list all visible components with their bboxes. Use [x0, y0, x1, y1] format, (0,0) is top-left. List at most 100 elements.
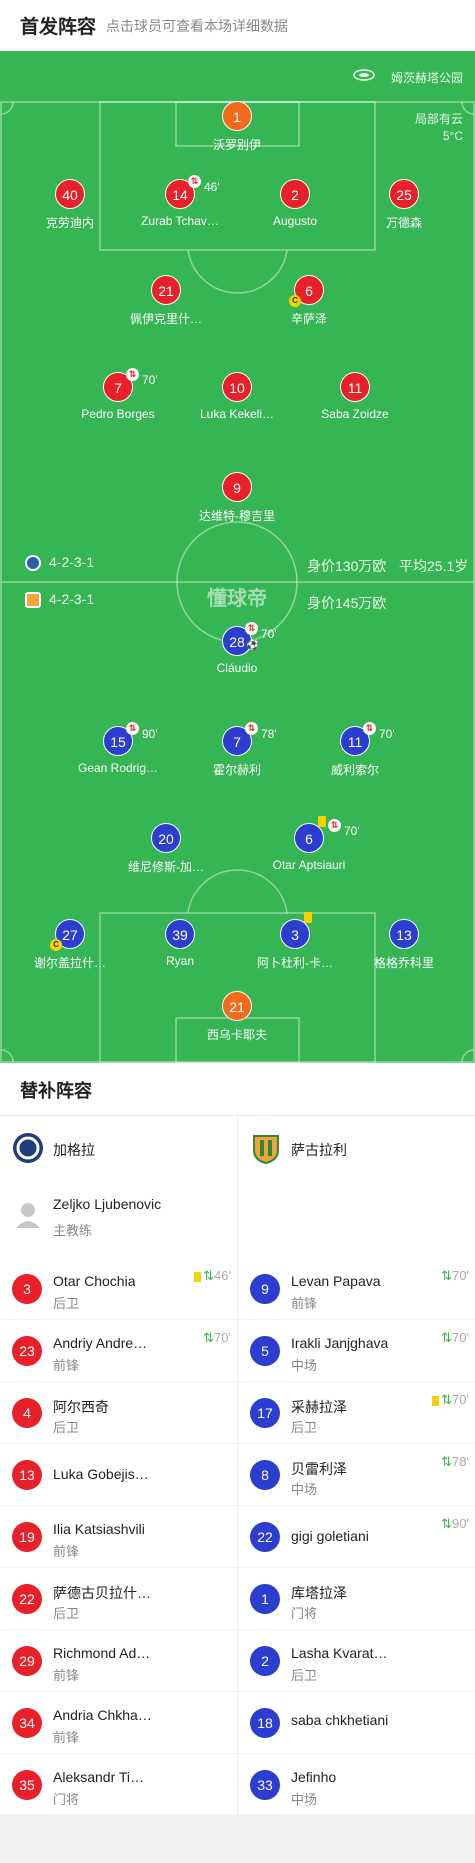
player-number-wrap: 6 ⇅ 70' — [294, 816, 360, 853]
sub-position: 前锋 — [53, 1730, 80, 1745]
sub-number: 29 — [12, 1646, 42, 1676]
sub-minute: 70' — [452, 1330, 469, 1345]
home-player-2[interactable]: 2 Augusto — [235, 179, 355, 228]
sub-in-icon: ⇅ — [441, 1516, 453, 1531]
sub-number: 35 — [12, 1770, 42, 1800]
sub-event: ⇅70' — [432, 1392, 469, 1408]
away-sub-row[interactable]: 8 贝雷利泽 中场 ⇅78' — [238, 1444, 475, 1506]
away-sub-row[interactable]: 5 Irakli Janjghava 中场 ⇅70' — [238, 1320, 475, 1382]
home-sub-row[interactable]: 4 阿尔西奇 后卫 — [0, 1382, 237, 1444]
captain-badge: C — [50, 939, 62, 951]
away-player-11[interactable]: 11 ⇅ 70' 威利索尔 — [295, 722, 415, 778]
sub-name: Lasha Kvarat… — [291, 1645, 388, 1661]
away-player-28[interactable]: 28 ⇅ 70' ⚽ Cláudio — [177, 622, 297, 675]
player-number: 1 — [222, 101, 252, 131]
sub-minute: 90' — [452, 1516, 469, 1531]
away-sub-row[interactable]: 18 saba chkhetiani — [238, 1692, 475, 1754]
sub-minute: 46' — [214, 1268, 231, 1283]
sub-number: 23 — [12, 1336, 42, 1366]
player-number: 21 — [222, 991, 252, 1021]
home-formation-row: 4-2-3-1 — [25, 554, 94, 572]
watermark-logo: 懂球帝 — [207, 588, 267, 610]
player-name: 西乌卡耶夫 — [206, 1028, 267, 1042]
player-name: 万德森 — [385, 216, 422, 230]
home-avg-age: 平均25.1岁 — [399, 558, 469, 574]
home-player-10[interactable]: 10 Luka Kekeli… — [177, 372, 297, 421]
home-coach[interactable]: Zeljko Ljubenovic 主教练 — [0, 1178, 237, 1258]
sub-name: Jefinho — [291, 1769, 337, 1785]
home-player-7[interactable]: 7 ⇅ 70' Pedro Borges — [58, 368, 178, 421]
home-sub-row[interactable]: 29 Richmond Ad… 前锋 — [0, 1630, 237, 1692]
home-player-21[interactable]: 21 佩伊克里什… — [106, 275, 226, 327]
player-name: 佩伊克里什… — [129, 312, 202, 326]
weather-desc: 局部有云 — [414, 112, 463, 126]
home-sub-row[interactable]: 13 Luka Gobejis… — [0, 1444, 237, 1506]
coach-role: 主教练 — [53, 1223, 93, 1238]
sub-in-icon: ⇅ — [441, 1454, 453, 1469]
sub-name: Aleksandr Ti… — [53, 1769, 145, 1785]
home-sub-row[interactable]: 35 Aleksandr Ti… 门将 — [0, 1754, 237, 1816]
player-number: 7 — [114, 380, 122, 396]
sub-number: 34 — [12, 1708, 42, 1738]
away-player-13[interactable]: 13 格格乔科里 — [344, 919, 464, 971]
pitch: 姆茨赫塔公园 局部有云 5°C 懂球帝 4-2-3-1 身价130万欧 平均25… — [0, 51, 475, 1063]
away-sub-row[interactable]: 9 Levan Papava 前锋 ⇅70' — [238, 1258, 475, 1320]
home-player-11[interactable]: 11 Saba Zoidze — [295, 372, 415, 421]
away-sub-row[interactable]: 17 采赫拉泽 后卫 ⇅70' — [238, 1382, 475, 1444]
home-sub-row[interactable]: 22 萨德古贝拉什… 后卫 — [0, 1568, 237, 1630]
player-number: 11 — [340, 372, 370, 402]
sub-name: saba chkhetiani — [291, 1712, 389, 1728]
sub-name: Andriy Andre… — [53, 1335, 148, 1351]
sub-position: 前锋 — [53, 1358, 80, 1373]
home-sub-row[interactable]: 19 Ilia Katsiashvili 前锋 — [0, 1506, 237, 1568]
away-player-6[interactable]: 6 ⇅ 70' Otar Aptsiauri — [249, 816, 369, 872]
home-player-1[interactable]: 1 沃罗别伊 — [177, 101, 297, 153]
away-sub-row[interactable]: 22 gigi goletiani ⇅90' — [238, 1506, 475, 1568]
away-player-39[interactable]: 39 Ryan — [120, 919, 240, 968]
sub-number: 9 — [250, 1274, 280, 1304]
home-team-logo-icon — [13, 1133, 43, 1163]
away-player-15[interactable]: 15 ⇅ 90' Gean Rodrig… — [58, 722, 178, 775]
away-player-20[interactable]: 20 维尼修斯-加… — [106, 823, 226, 875]
sub-off-icon: ⇅ — [126, 368, 139, 381]
away-player-27[interactable]: 27 C 谢尔盖拉什… — [10, 919, 130, 971]
player-number: 40 — [55, 179, 85, 209]
home-player-6[interactable]: 6 C 辛萨泽 — [249, 275, 369, 327]
coach-avatar-icon — [16, 1203, 40, 1228]
sub-minute: 70' — [452, 1392, 469, 1407]
sub-minute: 70' — [261, 627, 277, 641]
away-player-3[interactable]: 3 阿卜杜利-卡… — [235, 912, 355, 971]
player-number-wrap: 3 — [280, 912, 312, 949]
player-number-wrap: 7 ⇅ 78' — [222, 722, 277, 756]
bottom-spacer — [0, 1814, 475, 1863]
player-name: Luka Kekeli… — [199, 407, 275, 421]
sub-number: 4 — [12, 1398, 42, 1428]
sub-name: 贝雷利泽 — [291, 1461, 347, 1477]
home-team-header: 加格拉 — [0, 1116, 237, 1178]
player-name: Ryan — [165, 954, 194, 968]
away-formation: 4-2-3-1 — [49, 591, 95, 607]
home-sub-row[interactable]: 3 Otar Chochia 后卫 ⇅46' — [0, 1258, 237, 1320]
venue-name: 姆茨赫塔公园 — [390, 71, 463, 85]
away-sub-row[interactable]: 33 Jefinho 中场 — [238, 1754, 475, 1816]
yellow-card-icon — [318, 816, 326, 827]
home-player-14[interactable]: 14 ⇅ 46' Zurab Tchav… — [120, 175, 240, 228]
sub-off-icon: ⇅ — [245, 722, 258, 735]
sub-minute: 90' — [142, 727, 158, 741]
home-sub-row[interactable]: 34 Andria Chkha… 前锋 — [0, 1692, 237, 1754]
sub-number: 5 — [250, 1336, 280, 1366]
away-sub-row[interactable]: 2 Lasha Kvarat… 后卫 — [238, 1630, 475, 1692]
away-player-21[interactable]: 21 西乌卡耶夫 — [177, 991, 297, 1043]
away-formation-row: 4-2-3-1 — [25, 591, 95, 609]
home-player-25[interactable]: 25 万德森 — [344, 179, 464, 231]
player-name: Cláudio — [216, 661, 258, 675]
away-player-7[interactable]: 7 ⇅ 78' 霍尔赫利 — [177, 722, 297, 778]
captain-badge: C — [289, 295, 301, 307]
away-sub-row[interactable]: 1 库塔拉泽 门将 — [238, 1568, 475, 1630]
home-player-9[interactable]: 9 达维特-穆吉里 — [177, 472, 297, 524]
player-name: 阿卜杜利-卡… — [257, 956, 333, 970]
home-player-40[interactable]: 40 克劳迪内 — [10, 179, 130, 231]
player-number: 15 — [110, 734, 126, 750]
sub-position: 后卫 — [53, 1606, 80, 1621]
home-sub-row[interactable]: 23 Andriy Andre… 前锋 ⇅70' — [0, 1320, 237, 1382]
